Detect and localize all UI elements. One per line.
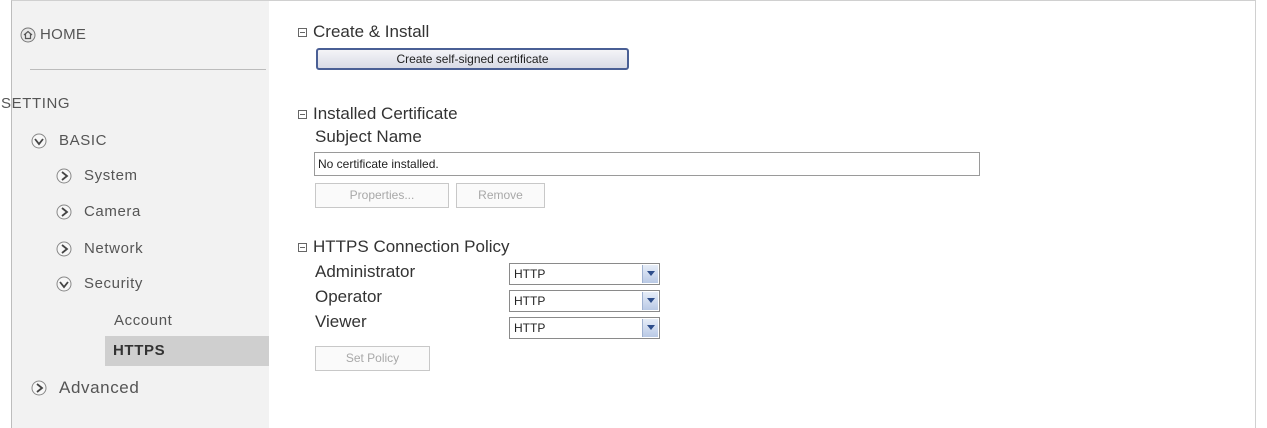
select-value: HTTP <box>514 294 546 308</box>
viewer-label: Viewer <box>315 312 367 331</box>
sidebar-item-label: Network <box>84 240 144 257</box>
subject-name-field[interactable]: No certificate installed. <box>314 152 980 176</box>
create-certificate-button[interactable]: Create self-signed certificate <box>316 48 629 70</box>
sidebar-item-network[interactable]: Network <box>56 240 143 257</box>
select-value: HTTP <box>514 321 546 335</box>
viewer-select[interactable]: HTTP <box>509 317 660 339</box>
dropdown-arrow-icon[interactable] <box>642 319 658 337</box>
sidebar-item-system[interactable]: System <box>56 167 138 184</box>
section-title-text: Create & Install <box>313 22 430 41</box>
sidebar-item-label: Security <box>84 275 143 292</box>
sidebar-item-camera[interactable]: Camera <box>56 203 141 220</box>
section-title-create-install: Create & Install <box>298 22 429 42</box>
operator-label: Operator <box>315 287 383 306</box>
operator-select[interactable]: HTTP <box>509 290 660 312</box>
dropdown-arrow-icon[interactable] <box>642 265 658 283</box>
dropdown-arrow-icon[interactable] <box>642 292 658 310</box>
sidebar-item-advanced[interactable]: Advanced <box>31 378 139 398</box>
expand-down-icon <box>31 133 47 148</box>
setting-label: SETTING <box>1 95 71 112</box>
home-icon <box>20 27 36 42</box>
expand-right-icon <box>56 204 72 219</box>
home-link[interactable]: HOME <box>20 26 86 43</box>
sidebar-item-label: Advanced <box>59 378 140 397</box>
collapse-icon <box>298 109 307 119</box>
sidebar-divider <box>30 69 266 70</box>
subject-name-label: Subject Name <box>315 127 422 146</box>
sidebar-item-https[interactable]: HTTPS <box>105 336 269 366</box>
collapse-icon <box>298 242 307 252</box>
sidebar-item-account[interactable]: Account <box>114 312 172 329</box>
expand-down-icon <box>56 276 72 291</box>
sidebar-item-label: HTTPS <box>113 342 166 359</box>
expand-right-icon <box>56 241 72 256</box>
administrator-label: Administrator <box>315 262 416 281</box>
expand-right-icon <box>56 168 72 183</box>
set-policy-button[interactable]: Set Policy <box>315 346 430 371</box>
sidebar-item-label: BASIC <box>59 132 108 149</box>
sidebar-item-label: System <box>84 167 138 184</box>
section-title-installed-certificate: Installed Certificate <box>298 104 458 124</box>
collapse-icon <box>298 27 307 37</box>
section-title-text: Installed Certificate <box>313 104 458 123</box>
sidebar-item-basic[interactable]: BASIC <box>31 132 107 149</box>
administrator-select[interactable]: HTTP <box>509 263 660 285</box>
remove-button[interactable]: Remove <box>456 183 545 208</box>
home-label: HOME <box>40 26 87 43</box>
sidebar-item-security[interactable]: Security <box>56 275 143 292</box>
properties-button[interactable]: Properties... <box>315 183 449 208</box>
select-value: HTTP <box>514 267 546 281</box>
section-title-https-policy: HTTPS Connection Policy <box>298 237 510 257</box>
section-title-text: HTTPS Connection Policy <box>313 237 510 256</box>
expand-right-icon <box>31 380 47 396</box>
sidebar-item-label: Camera <box>84 203 141 220</box>
